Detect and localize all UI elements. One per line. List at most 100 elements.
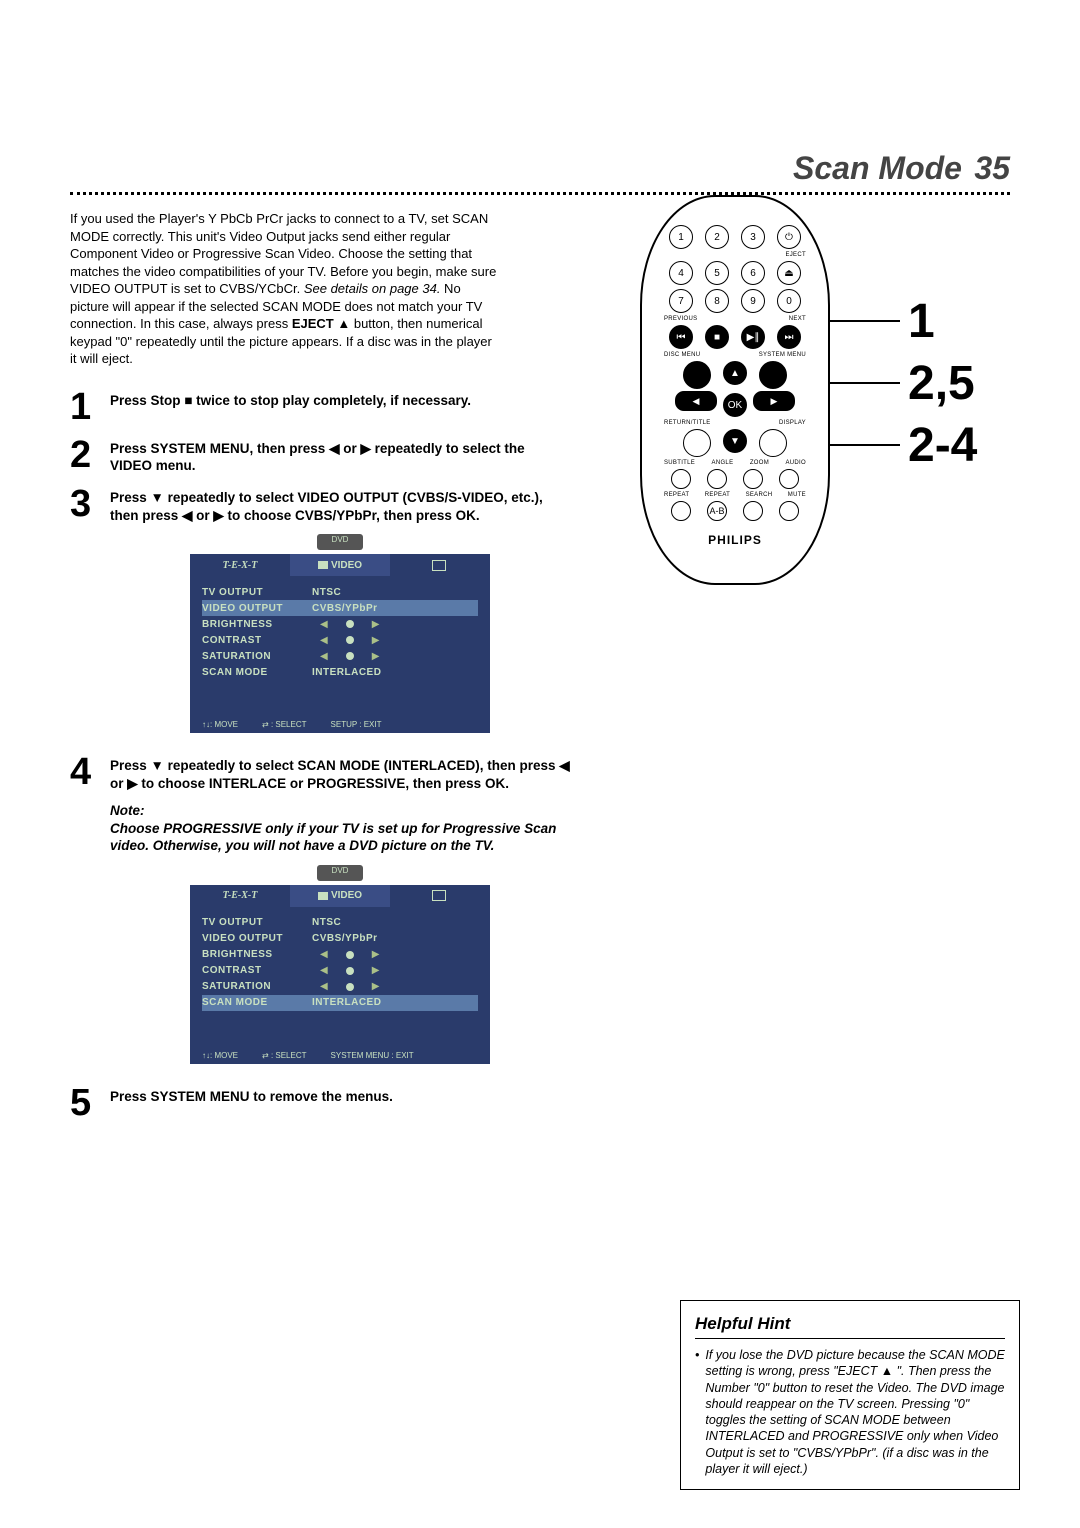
menu-key: SCAN MODE [202, 667, 312, 678]
osd-menu-figure-1: DVD T-E-X-T VIDEO TV OUTPUTNTSC VIDEO OU… [190, 534, 490, 733]
slider-dot-icon [346, 636, 354, 644]
menu-tab: T-E-X-T [190, 885, 290, 907]
page-header: Scan Mode 35 [70, 150, 1010, 195]
num-9-button: 9 [741, 289, 765, 313]
right-arrow-icon: ▶ [372, 651, 380, 662]
helpful-hint-box: Helpful Hint •If you lose the DVD pictur… [680, 1300, 1020, 1490]
menu-key: CONTRAST [202, 965, 312, 976]
num-3-button: 3 [741, 225, 765, 249]
step-number: 2 [70, 436, 100, 475]
menu-tab [390, 554, 490, 576]
step-text: Press SYSTEM MENU to remove the menus. [110, 1084, 393, 1122]
menu-key: BRIGHTNESS [202, 619, 312, 630]
menu-key: BRIGHTNESS [202, 949, 312, 960]
menu-key: TV OUTPUT [202, 587, 312, 598]
mute-label: MUTE [788, 492, 806, 498]
osd-menu-figure-2: DVD T-E-X-T VIDEO TV OUTPUTNTSC VIDEO OU… [190, 865, 490, 1064]
menu-value: NTSC [312, 587, 341, 598]
num-2-button: 2 [705, 225, 729, 249]
note-text: Choose PROGRESSIVE only if your TV is se… [110, 821, 556, 854]
note-label: Note: [110, 803, 145, 818]
repeat-ab-button: A-B [707, 501, 727, 521]
intro-ref-italic: See details on page 34. [304, 281, 441, 296]
search-button [743, 501, 763, 521]
power-button: ⏻ [777, 225, 801, 249]
up-button: ▲ [723, 361, 747, 385]
num-6-button: 6 [741, 261, 765, 285]
down-button: ▼ [723, 429, 747, 453]
footer-select: ⇄ : SELECT [262, 720, 307, 729]
previous-label: PREVIOUS [664, 316, 697, 322]
slider-dot-icon [346, 620, 354, 628]
step-4: 4 Press ▼ repeatedly to select SCAN MODE… [70, 753, 570, 792]
dvd-tag: DVD [317, 865, 363, 881]
footer-select: ⇄ : SELECT [262, 1051, 307, 1060]
footer-exit: SYSTEM MENU : EXIT [331, 1051, 414, 1060]
menu-key: VIDEO OUTPUT [202, 603, 312, 614]
brand-logo: PHILIPS [660, 533, 810, 547]
step-2: 2 Press SYSTEM MENU, then press ◀ or ▶ r… [70, 436, 570, 475]
display-label: DISPLAY [779, 420, 806, 426]
callout-1: 1 [830, 293, 1010, 349]
eject-label: EJECT [785, 252, 806, 258]
menu-tab-label: VIDEO [331, 890, 362, 901]
step-number: 4 [70, 753, 100, 792]
screen-icon [318, 892, 328, 900]
right-arrow-icon: ▶ [372, 635, 380, 646]
menu-tab-video: VIDEO [290, 554, 390, 576]
zoom-label: ZOOM [750, 460, 769, 466]
left-arrow-icon: ◀ [320, 651, 328, 662]
menu-tab [390, 885, 490, 907]
num-8-button: 8 [705, 289, 729, 313]
footer-exit: SETUP : EXIT [331, 720, 382, 729]
step-note: Note: Choose PROGRESSIVE only if your TV… [110, 802, 570, 855]
step-1: 1 Press Stop ■ twice to stop play comple… [70, 388, 570, 426]
angle-label: ANGLE [712, 460, 734, 466]
repeat-label: REPEAT [664, 492, 689, 498]
left-arrow-icon: ◀ [320, 619, 328, 630]
menu-value: CVBS/YPbPr [312, 603, 378, 614]
step-text: Press SYSTEM MENU, then press ◀ or ▶ rep… [110, 436, 570, 475]
screen-icon [318, 561, 328, 569]
step-number: 5 [70, 1084, 100, 1122]
menu-key: SATURATION [202, 651, 312, 662]
subtitle-label: SUBTITLE [664, 460, 695, 466]
left-arrow-icon: ◀ [320, 981, 328, 992]
right-arrow-icon: ▶ [372, 619, 380, 630]
slider-dot-icon [346, 983, 354, 991]
menu-tab-label: VIDEO [331, 560, 362, 571]
menu-key: SATURATION [202, 981, 312, 992]
repeat-button [671, 501, 691, 521]
callout-2-5: 2,5 [830, 355, 1010, 411]
menu-key: VIDEO OUTPUT [202, 933, 312, 944]
num-0-button: 0 [777, 289, 801, 313]
next-button: ⏭ [777, 325, 801, 349]
search-label: SEARCH [746, 492, 773, 498]
mute-button [779, 501, 799, 521]
menu-key: CONTRAST [202, 635, 312, 646]
system-menu-button [759, 361, 787, 389]
num-1-button: 1 [669, 225, 693, 249]
prev-button: ⏮ [669, 325, 693, 349]
slider-dot-icon [346, 967, 354, 975]
menu-key: SCAN MODE [202, 997, 312, 1008]
step-text: Press ▼ repeatedly to select VIDEO OUTPU… [110, 485, 570, 524]
playpause-button: ▶∥ [741, 325, 765, 349]
remote-diagram: 1 2 3 ⏻ EJECT 4 5 6 ⏏ 7 8 9 0 PREVIOUSNE… [640, 195, 830, 585]
return-label: RETURN/TITLE [664, 420, 711, 426]
screen-icon [432, 890, 446, 901]
left-arrow-icon: ◀ [320, 949, 328, 960]
menu-value: CVBS/YPbPr [312, 933, 378, 944]
num-4-button: 4 [669, 261, 693, 285]
callout-number: 2-4 [908, 418, 977, 473]
eject-button: ⏏ [777, 261, 801, 285]
num-5-button: 5 [705, 261, 729, 285]
zoom-button [743, 469, 763, 489]
step-text: Press ▼ repeatedly to select SCAN MODE (… [110, 753, 570, 792]
return-button [683, 429, 711, 457]
slider-dot-icon [346, 951, 354, 959]
display-button [759, 429, 787, 457]
audio-button [779, 469, 799, 489]
step-5: 5 Press SYSTEM MENU to remove the menus. [70, 1084, 570, 1122]
menu-key: TV OUTPUT [202, 917, 312, 928]
